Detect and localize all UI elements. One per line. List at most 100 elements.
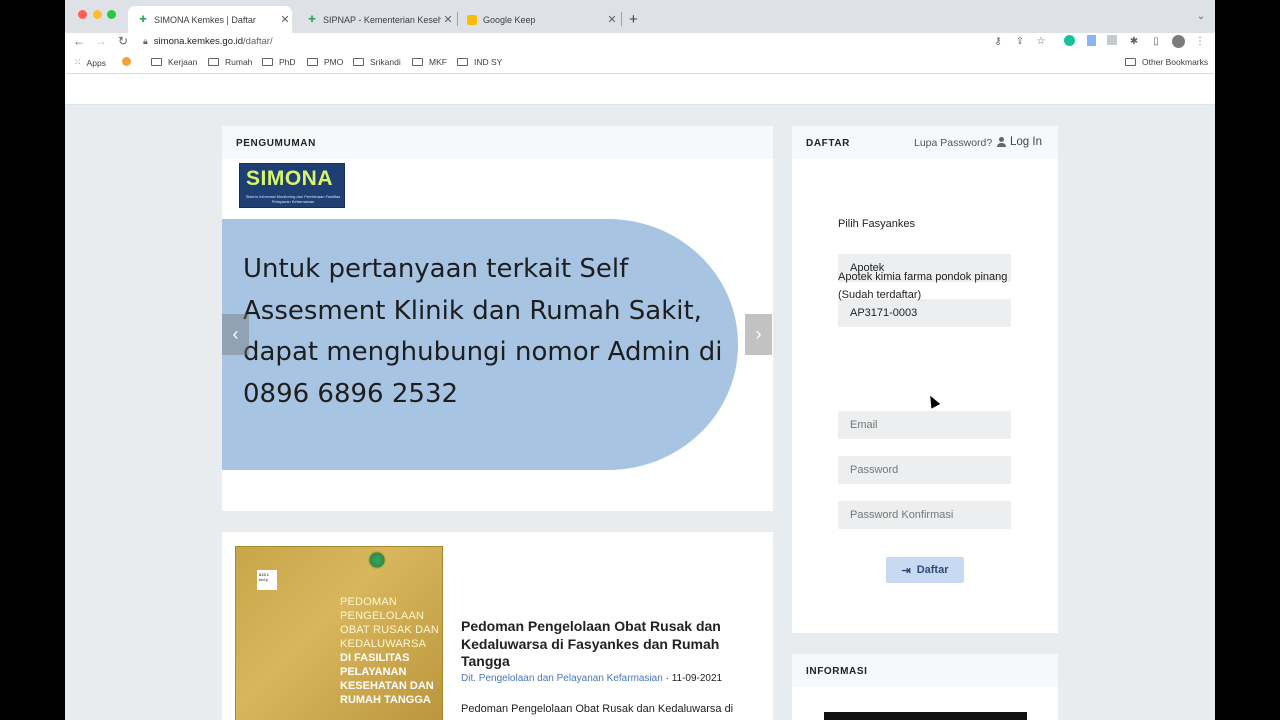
password-field[interactable]: Password (838, 456, 1011, 484)
login-link[interactable]: Log In (997, 136, 1042, 148)
share-icon[interactable]: ⇪ (1013, 35, 1027, 49)
folder-icon (1125, 58, 1136, 66)
sidebar-icon[interactable]: ▯ (1149, 35, 1163, 49)
google-keep-icon (467, 14, 477, 25)
bookmark-apps[interactable]: ⁙ Apps (74, 57, 106, 68)
card-header: INFORMASI (792, 654, 1058, 687)
sign-in-arrow-icon: ⇥ (901, 564, 911, 577)
article-title-link[interactable]: Pedoman Pengelolaan Obat Rusak dan Kedal… (461, 618, 751, 671)
email-field[interactable]: Email (838, 411, 1011, 439)
facility-status: (Sudah terdaftar) (838, 288, 922, 301)
folder-icon (262, 58, 273, 66)
menu-kebab-icon[interactable]: ⋮ (1193, 35, 1207, 49)
folder-icon (151, 58, 162, 66)
lock-icon: 🔒︎ (143, 36, 148, 46)
forgot-password-link[interactable]: Lupa Password? (914, 137, 992, 149)
cover-title: PEDOMAN PENGELOLAAN OBAT RUSAK DAN KEDAL… (340, 596, 439, 650)
mouse-cursor (925, 393, 941, 409)
register-title: DAFTAR (806, 138, 850, 149)
user-icon (997, 137, 1006, 147)
kemkes-favicon-icon: ✚ (139, 14, 147, 24)
bookmark-folder-kerjaan[interactable]: Kerjaan (151, 57, 197, 67)
carousel-prev-button[interactable]: ‹ (222, 314, 249, 355)
tab-title: SIMONA Kemkes | Daftar (154, 14, 256, 25)
bookmarks-bar: ⁙ Apps Kerjaan Rumah PhD PMO Srikandi MKF… (65, 52, 1215, 74)
folder-icon (353, 58, 364, 66)
tab-divider (621, 12, 622, 26)
folder-icon (457, 58, 468, 66)
address-bar[interactable]: 🔒︎ simona.kemkes.go.id/daftar/ (143, 33, 273, 50)
info-title: INFORMASI (806, 666, 868, 677)
announcement-slide: Untuk pertanyaan terkait Self Assesment … (222, 219, 738, 470)
bookmark-folder-phd[interactable]: PhD (262, 57, 296, 67)
article-meta: Dit. Pengelolaan dan Pelayanan Kefarmasi… (461, 673, 722, 684)
browser-window: ✚ SIMONA Kemkes | Daftar ✕ ✚ SIPNAP - Ke… (65, 0, 1215, 720)
article-cover-image[interactable]: 615.1 Ind p PEDOMAN PENGELOLAAN OBAT RUS… (235, 546, 443, 720)
announcement-card: PENGUMUMAN SIMONA Sistem Informasi Monit… (222, 126, 773, 511)
image-extension-icon[interactable] (1105, 35, 1119, 49)
tab-sipnap[interactable]: ✚ SIPNAP - Kementerian Kesehatan ✕ (297, 6, 455, 33)
info-card: INFORMASI (792, 654, 1058, 720)
bookmark-orange-site[interactable] (122, 57, 131, 66)
forward-icon[interactable]: → (93, 34, 109, 48)
tab-title: SIPNAP - Kementerian Kesehatan (323, 14, 441, 25)
card-header: DAFTAR Lupa Password? Log In (792, 126, 1058, 159)
kemkes-emblem-icon (368, 551, 386, 569)
article-author-link[interactable]: Dit. Pengelolaan dan Pelayanan Kefarmasi… (461, 673, 663, 684)
facility-name: Apotek kimia farma pondok pinang (838, 271, 1008, 283)
folder-icon (412, 58, 423, 66)
reload-icon[interactable]: ↻ (115, 34, 131, 48)
close-window-button[interactable] (78, 10, 87, 19)
star-bookmark-icon[interactable]: ☆ (1034, 35, 1048, 49)
close-tab-icon[interactable]: ✕ (441, 13, 455, 26)
tab-strip: ✚ SIMONA Kemkes | Daftar ✕ ✚ SIPNAP - Ke… (65, 0, 1215, 33)
daftar-submit-button[interactable]: ⇥ Daftar (886, 557, 964, 583)
logo-text: SIMONA (246, 167, 333, 190)
bookmark-folder-rumah[interactable]: Rumah (208, 57, 252, 67)
docs-extension-icon[interactable] (1084, 35, 1098, 49)
bookmark-folder-pmo[interactable]: PMO (307, 57, 343, 67)
apps-grid-icon: ⁙ (74, 57, 82, 67)
minimize-window-button[interactable] (93, 10, 102, 19)
bookmark-folder-ind-sy[interactable]: IND SY (457, 57, 502, 67)
tab-title: Google Keep (483, 14, 536, 25)
article-date: · 11-09-2021 (662, 673, 723, 684)
simona-logo: SIMONA Sistem Informasi Monitoring dan P… (239, 163, 345, 208)
register-card: DAFTAR Lupa Password? Log In Pilih Fasya… (792, 126, 1058, 633)
library-code-sticker: 615.1 Ind p (257, 570, 277, 590)
folder-icon (307, 58, 318, 66)
bookmark-folder-srikandi[interactable]: Srikandi (353, 57, 401, 67)
tab-search-icon[interactable]: ⌄ (1194, 10, 1208, 24)
bookmark-folder-mkf[interactable]: MKF (412, 57, 447, 67)
grammarly-extension-icon[interactable] (1062, 35, 1076, 49)
cover-subtitle: DI FASILITAS PELAYANAN KESEHATAN DAN RUM… (340, 652, 434, 706)
zoom-window-button[interactable] (107, 10, 116, 19)
extensions-puzzle-icon[interactable]: ✱ (1127, 35, 1141, 49)
card-header: PENGUMUMAN (222, 126, 773, 159)
tab-google-keep[interactable]: Google Keep ✕ (457, 6, 619, 33)
close-tab-icon[interactable]: ✕ (605, 13, 619, 26)
browser-toolbar: ← → ↻ 🔒︎ simona.kemkes.go.id/daftar/ ⚷ ⇪ … (65, 33, 1215, 52)
password-confirm-field[interactable]: Password Konfirmasi (838, 501, 1011, 529)
article-card: 615.1 Ind p PEDOMAN PENGELOLAAN OBAT RUS… (222, 532, 773, 720)
folder-icon (208, 58, 219, 66)
site-header (65, 75, 1215, 105)
profile-avatar[interactable] (1171, 35, 1185, 49)
info-video-embed[interactable] (824, 712, 1027, 720)
carousel-next-button[interactable]: › (745, 314, 772, 355)
bookmark-other-bookmarks[interactable]: Other Bookmarks (1125, 57, 1208, 67)
site-favicon-icon (122, 57, 131, 66)
tab-simona[interactable]: ✚ SIMONA Kemkes | Daftar ✕ (128, 6, 292, 33)
logo-subtext: Sistem Informasi Monitoring dan Pembinaa… (245, 194, 341, 204)
key-icon[interactable]: ⚷ (991, 35, 1005, 49)
slide-text: Untuk pertanyaan terkait Self Assesment … (243, 254, 723, 409)
page-body: PENGUMUMAN SIMONA Sistem Informasi Monit… (65, 75, 1215, 720)
new-tab-button[interactable]: + (625, 6, 649, 33)
url-path: /daftar/ (243, 36, 273, 47)
article-excerpt: Pedoman Pengelolaan Obat Rusak dan Kedal… (461, 703, 734, 715)
announcement-title: PENGUMUMAN (236, 138, 316, 149)
back-icon[interactable]: ← (71, 34, 87, 48)
facility-label: Pilih Fasyankes (838, 218, 916, 230)
url-host: simona.kemkes.go.id (153, 36, 244, 47)
close-tab-icon[interactable]: ✕ (278, 13, 292, 26)
